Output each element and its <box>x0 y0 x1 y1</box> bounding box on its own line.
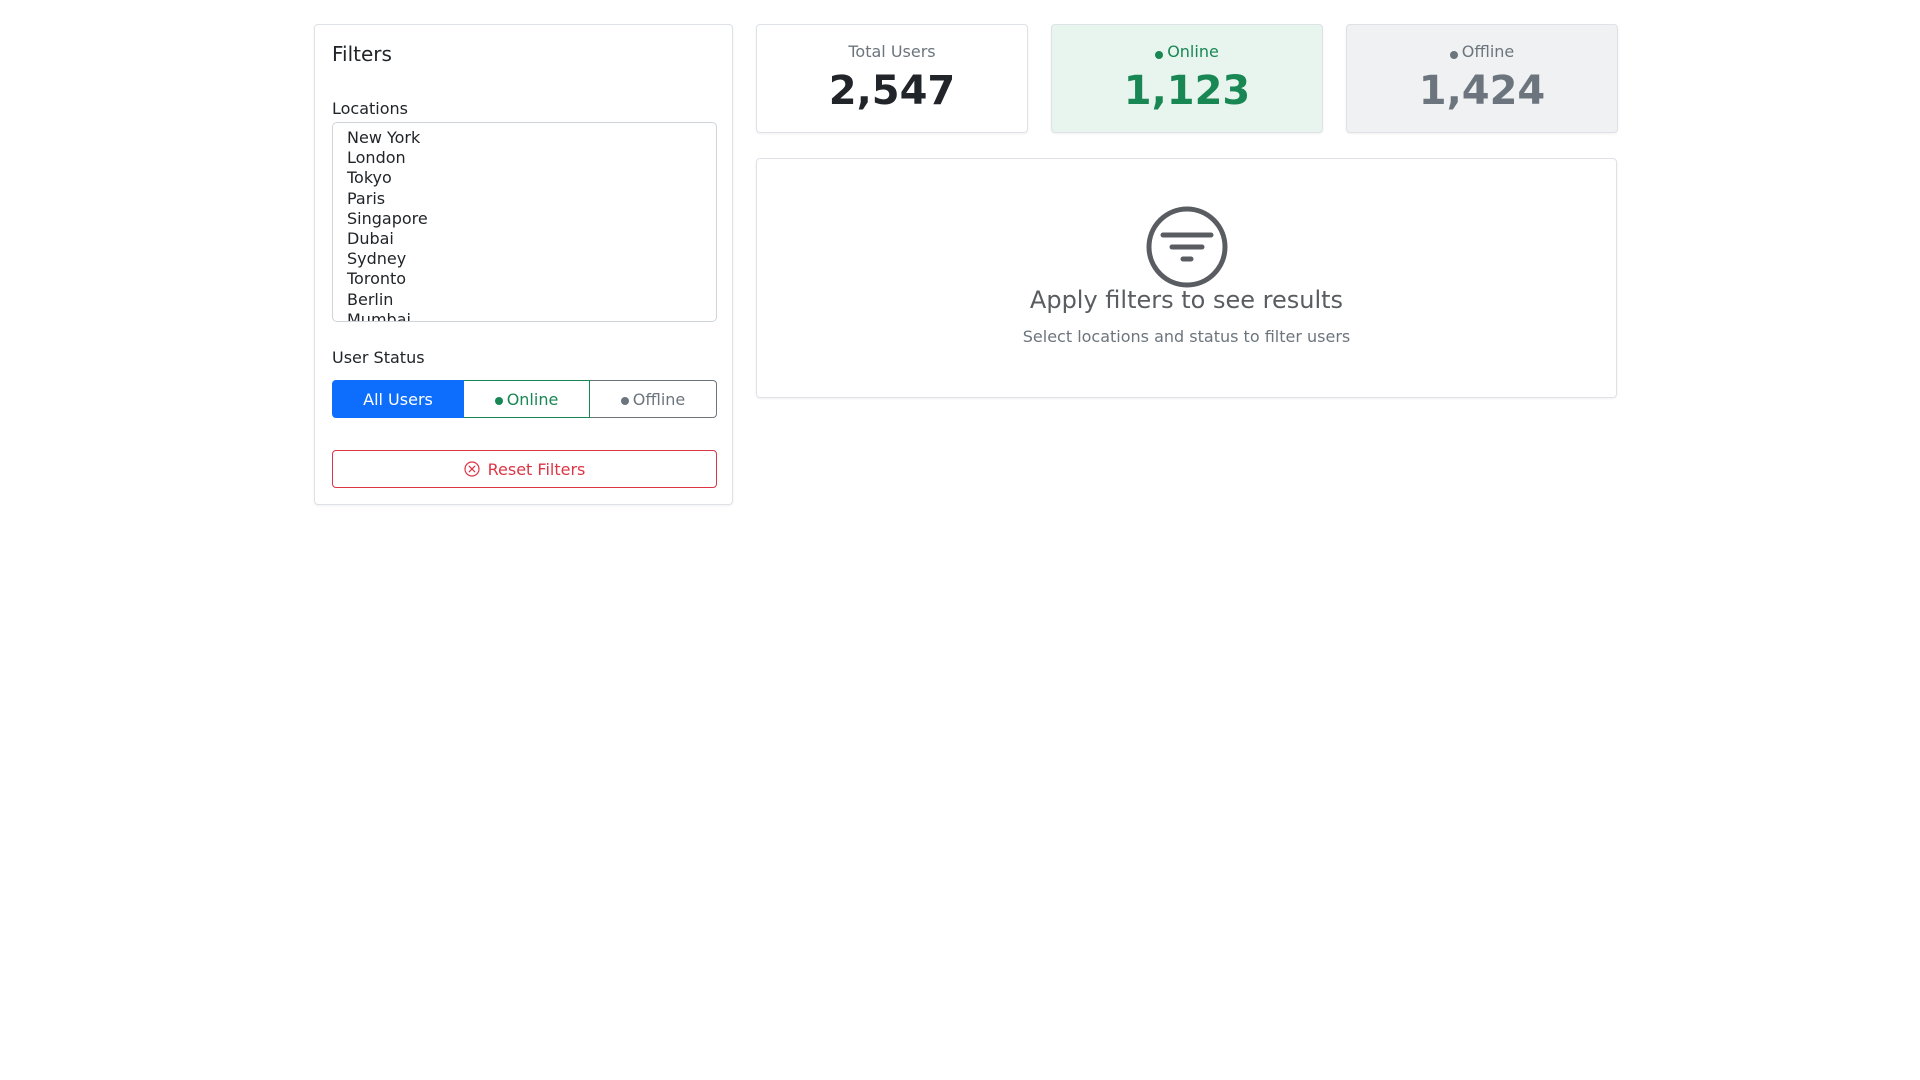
total-users-value: 2,547 <box>828 68 956 115</box>
filters-panel: Filters Locations New York London Tokyo … <box>314 24 733 505</box>
location-option-toronto[interactable]: Toronto <box>347 269 702 289</box>
empty-state-title: Apply filters to see results <box>1029 286 1344 314</box>
location-option-sydney[interactable]: Sydney <box>347 249 702 269</box>
online-dot-icon <box>494 397 503 405</box>
filters-title: Filters <box>332 42 392 66</box>
total-users-label: Total Users <box>848 42 936 61</box>
reset-filters-button[interactable]: Reset Filters <box>332 450 717 488</box>
filter-icon <box>1146 206 1228 288</box>
location-option-paris[interactable]: Paris <box>347 189 702 209</box>
offline-users-label: Offline <box>1461 42 1515 61</box>
status-online-label: Online <box>506 389 559 409</box>
x-circle-icon <box>464 461 480 477</box>
location-option-singapore[interactable]: Singapore <box>347 209 702 229</box>
reset-filters-label: Reset Filters <box>487 459 586 479</box>
status-offline-label: Offline <box>632 389 686 409</box>
online-users-label-row: Online <box>1052 42 1322 61</box>
status-button-group: All Users Online Offline <box>332 380 717 418</box>
locations-label: Locations <box>332 99 409 118</box>
location-option-tokyo[interactable]: Tokyo <box>347 168 702 188</box>
location-option-berlin[interactable]: Berlin <box>347 290 702 310</box>
online-users-value: 1,123 <box>1123 68 1251 115</box>
offline-users-card: Offline 1,424 <box>1346 24 1618 133</box>
offline-users-value: 1,424 <box>1418 68 1546 115</box>
locations-multiselect[interactable]: New York London Tokyo Paris Singapore Du… <box>332 122 717 322</box>
results-panel: Apply filters to see results Select loca… <box>756 158 1617 398</box>
location-option-mumbai[interactable]: Mumbai <box>347 310 702 321</box>
user-status-label: User Status <box>332 348 425 367</box>
online-users-label: Online <box>1167 42 1219 61</box>
offline-users-label-row: Offline <box>1347 42 1617 61</box>
online-users-card: Online 1,123 <box>1051 24 1323 133</box>
total-users-card: Total Users 2,547 <box>756 24 1028 133</box>
status-all-users-label: All Users <box>363 389 433 409</box>
online-dot-icon <box>1155 51 1164 59</box>
location-option-new-york[interactable]: New York <box>347 128 702 148</box>
status-online-button[interactable]: Online <box>464 380 590 418</box>
empty-state-subtitle: Select locations and status to filter us… <box>1022 327 1351 346</box>
status-all-users-button[interactable]: All Users <box>332 380 464 418</box>
location-option-london[interactable]: London <box>347 148 702 168</box>
offline-dot-icon <box>1449 51 1458 59</box>
status-offline-button[interactable]: Offline <box>590 380 717 418</box>
location-option-dubai[interactable]: Dubai <box>347 229 702 249</box>
offline-dot-icon <box>620 397 629 405</box>
